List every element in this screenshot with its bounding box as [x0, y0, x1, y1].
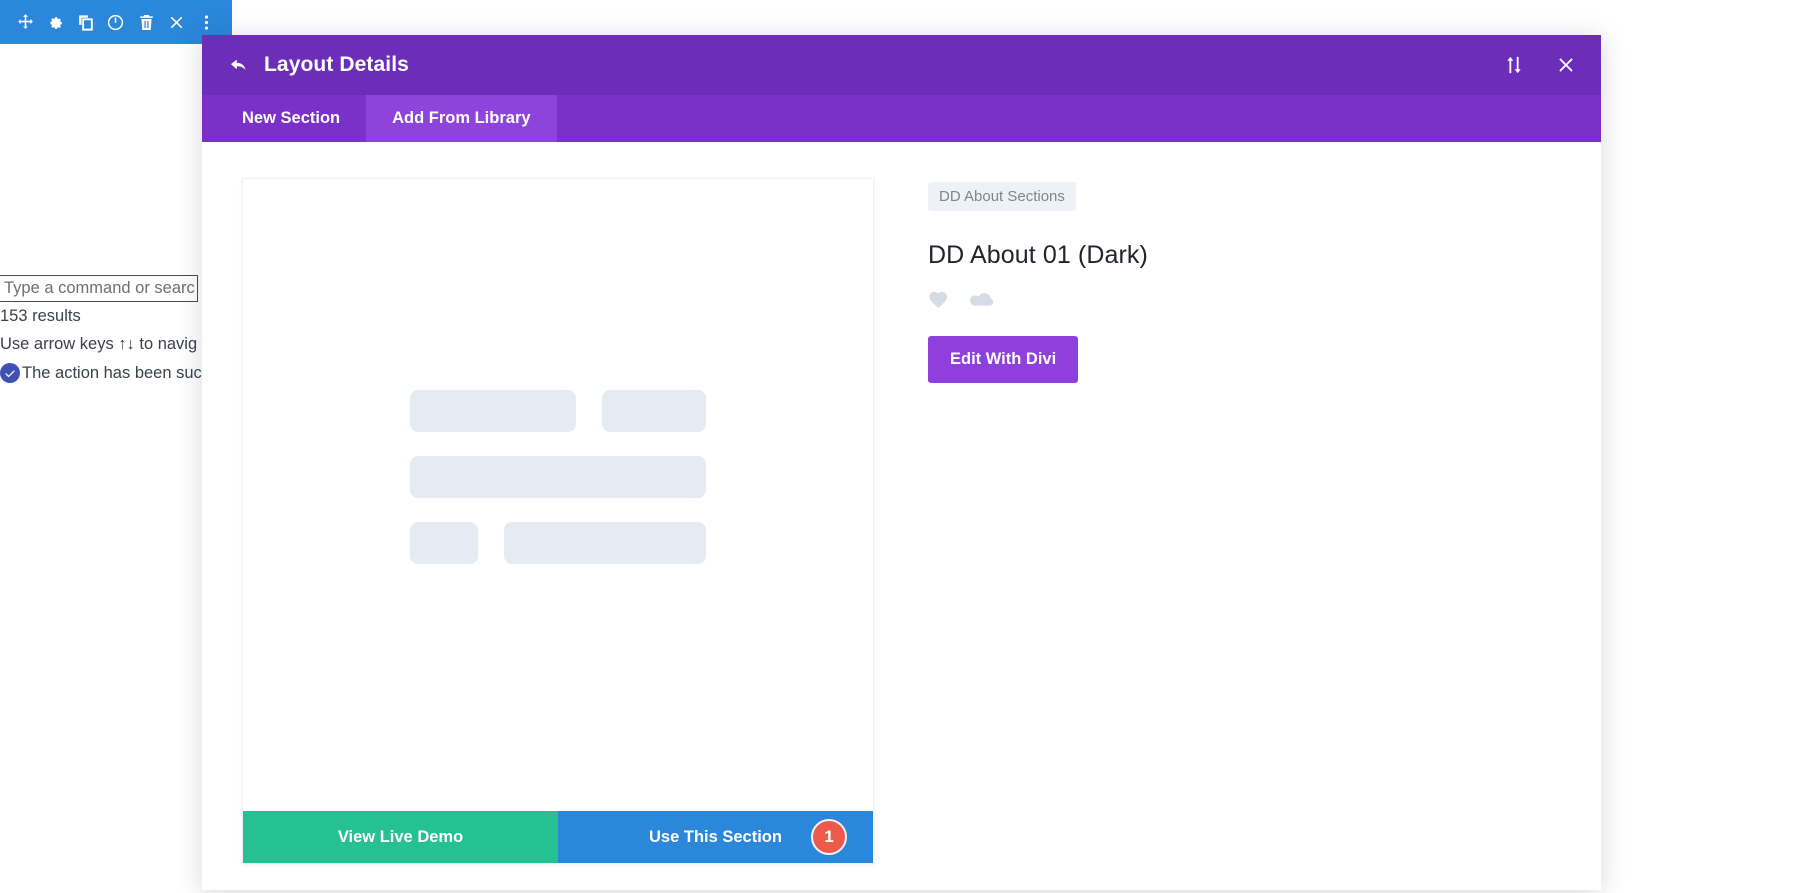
duplicate-icon[interactable]: [75, 11, 97, 33]
page-title: Layout Details: [264, 53, 409, 76]
screen-root: Type a command or searc 153 results Use …: [0, 0, 1800, 893]
power-toggle-icon[interactable]: [105, 11, 127, 33]
layout-details-modal: Layout Details New Section Add From Libr…: [202, 35, 1601, 890]
category-badge[interactable]: DD About Sections: [928, 182, 1076, 211]
modal-header: Layout Details: [202, 35, 1601, 95]
heart-icon[interactable]: [928, 290, 950, 310]
command-search-placeholder: Type a command or searc: [4, 279, 195, 297]
close-icon[interactable]: [1553, 52, 1579, 78]
gear-icon[interactable]: [44, 11, 66, 33]
layout-preview-canvas: [243, 179, 873, 811]
layout-meta-icons: [928, 290, 1561, 310]
cloud-icon[interactable]: [970, 291, 996, 309]
skeleton-row: [410, 522, 706, 564]
view-live-demo-button[interactable]: View Live Demo: [243, 811, 558, 863]
skeleton-block: [410, 390, 576, 432]
success-toast-message: The action has been suc: [22, 363, 202, 382]
skeleton-block: [504, 522, 706, 564]
success-toast: The action has been suc: [0, 363, 202, 383]
modal-body: View Live Demo Use This Section 1 DD Abo…: [202, 142, 1601, 890]
check-circle-icon: [0, 363, 20, 383]
step-badge: 1: [811, 819, 847, 855]
layout-info-column: DD About Sections DD About 01 (Dark) Edi…: [928, 178, 1561, 850]
sort-toggle-icon[interactable]: [1501, 52, 1527, 78]
modal-tabs: New Section Add From Library: [202, 95, 1601, 142]
command-search-input[interactable]: Type a command or searc: [0, 275, 198, 302]
keyboard-hint-label: Use arrow keys ↑↓ to navig: [0, 335, 198, 353]
layout-preview-card: View Live Demo Use This Section 1: [242, 178, 874, 864]
skeleton-block: [410, 456, 706, 498]
divi-element-toolbar[interactable]: [0, 0, 232, 44]
tab-add-from-library[interactable]: Add From Library: [366, 95, 557, 142]
more-options-icon[interactable]: [196, 11, 218, 33]
skeleton-block: [410, 522, 478, 564]
skeleton-row: [410, 456, 706, 498]
move-icon[interactable]: [14, 11, 36, 33]
background-page-panel: Type a command or searc 153 results Use …: [0, 44, 232, 893]
skeleton-block: [602, 390, 706, 432]
results-count-label: 153 results: [0, 307, 81, 325]
skeleton-row: [410, 390, 706, 432]
trash-icon[interactable]: [135, 11, 157, 33]
preview-action-bar: View Live Demo Use This Section 1: [243, 811, 873, 863]
edit-with-divi-button[interactable]: Edit With Divi: [928, 336, 1079, 383]
modal-header-actions: [1501, 52, 1579, 78]
tab-new-section[interactable]: New Section: [216, 95, 366, 142]
preview-column: View Live Demo Use This Section 1: [242, 178, 874, 864]
close-icon[interactable]: [166, 11, 188, 33]
back-arrow-icon[interactable]: [226, 52, 252, 78]
layout-title: DD About 01 (Dark): [928, 241, 1148, 269]
